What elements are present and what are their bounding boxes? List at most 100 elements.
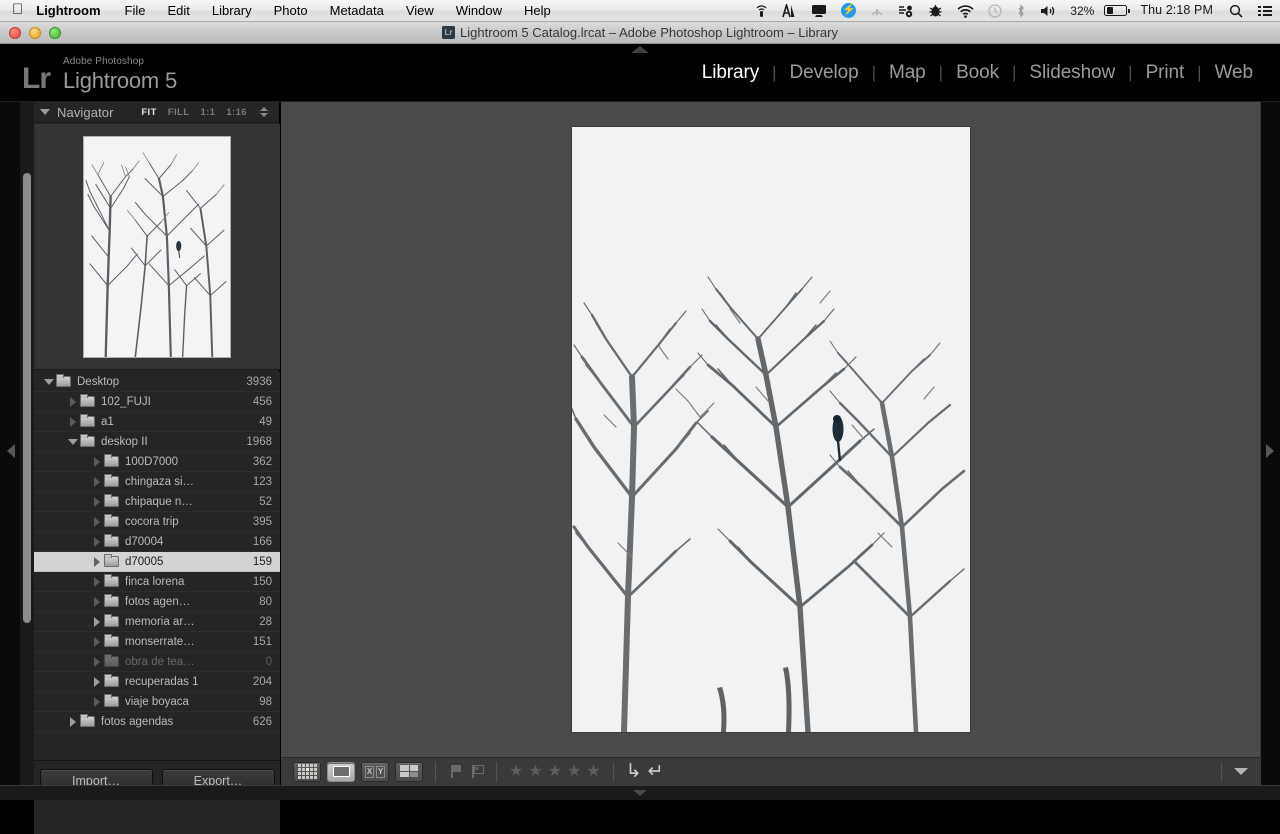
folder-row[interactable]: 102_FUJI 456 <box>34 392 280 412</box>
survey-view-button[interactable] <box>395 761 423 782</box>
folder-row[interactable]: chingaza si… 123 <box>34 472 280 492</box>
folder-disclosure[interactable] <box>90 556 104 567</box>
right-panel-collapse-strip[interactable] <box>1260 102 1280 800</box>
rotate-right-icon[interactable]: ↳ <box>626 762 642 781</box>
folder-disclosure[interactable] <box>90 636 104 647</box>
flag-pick-icon[interactable] <box>448 764 463 779</box>
folder-disclosure[interactable] <box>90 516 104 527</box>
navigator-preview[interactable] <box>34 124 280 370</box>
vpn-icon[interactable] <box>863 4 891 18</box>
volume-icon[interactable] <box>1033 4 1063 18</box>
display-icon[interactable] <box>804 4 834 18</box>
folder-disclosure[interactable] <box>90 576 104 587</box>
identity-plate[interactable]: Lr Adobe Photoshop Lightroom 5 <box>0 52 177 94</box>
left-panel-collapse-strip[interactable] <box>0 102 20 800</box>
flash-sync-icon[interactable]: ⚡ <box>834 3 863 18</box>
folder-row[interactable]: Desktop 3936 <box>34 372 280 392</box>
module-book[interactable]: Book <box>943 62 1012 84</box>
folder-disclosure[interactable] <box>66 396 80 407</box>
left-panel-scrollbar-thumb[interactable] <box>23 173 31 623</box>
folder-row[interactable]: fotos agen… 80 <box>34 592 280 612</box>
folder-disclosure[interactable] <box>90 676 104 687</box>
module-develop[interactable]: Develop <box>777 62 872 84</box>
folder-disclosure[interactable] <box>90 496 104 507</box>
module-slideshow[interactable]: Slideshow <box>1016 62 1128 84</box>
star-2-icon[interactable]: ★ <box>528 763 542 780</box>
star-1-icon[interactable]: ★ <box>509 763 523 780</box>
flag-reject-icon[interactable]: × <box>469 764 484 779</box>
audio-meter-icon[interactable] <box>775 3 804 18</box>
folder-disclosure[interactable] <box>90 536 104 547</box>
notification-center-icon[interactable] <box>1250 4 1280 18</box>
star-3-icon[interactable]: ★ <box>548 763 562 780</box>
module-library[interactable]: Library <box>689 62 772 84</box>
folder-disclosure[interactable] <box>66 438 80 445</box>
folder-disclosure[interactable] <box>90 616 104 627</box>
menu-item-photo[interactable]: Photo <box>263 3 319 18</box>
folder-row[interactable]: 100D7000 362 <box>34 452 280 472</box>
module-print[interactable]: Print <box>1133 62 1198 84</box>
zoom-1-1[interactable]: 1:1 <box>200 107 215 118</box>
battery-icon[interactable] <box>1097 5 1134 16</box>
folder-row[interactable]: memoria ar… 28 <box>34 612 280 632</box>
folder-disclosure[interactable] <box>90 656 104 667</box>
navigator-thumbnail[interactable] <box>83 135 231 358</box>
star-4-icon[interactable]: ★ <box>567 763 581 780</box>
loupe-view-area[interactable] <box>281 102 1260 757</box>
module-map[interactable]: Map <box>876 62 939 84</box>
dropbox-sync-icon[interactable] <box>891 4 921 18</box>
menu-item-library[interactable]: Library <box>201 3 263 18</box>
menu-bar-clock[interactable]: Thu 2:18 PM <box>1134 4 1222 17</box>
star-5-icon[interactable]: ★ <box>586 763 600 780</box>
compare-view-button[interactable]: X Y <box>361 761 389 782</box>
folder-disclosure[interactable] <box>90 476 104 487</box>
folder-row[interactable]: d70004 166 <box>34 532 280 552</box>
rotate-left-icon[interactable]: ↵ <box>648 762 664 781</box>
menu-item-edit[interactable]: Edit <box>156 3 200 18</box>
wifi-icon[interactable] <box>950 4 981 18</box>
menu-item-metadata[interactable]: Metadata <box>319 3 395 18</box>
airport-utility-icon[interactable] <box>748 4 775 18</box>
loupe-view-button[interactable] <box>327 761 355 782</box>
time-machine-icon[interactable] <box>981 3 1009 18</box>
folder-row[interactable]: obra de tea… 0 <box>34 652 280 672</box>
folder-row[interactable]: deskop II 1968 <box>34 432 280 452</box>
filmstrip-collapse-strip[interactable] <box>0 785 1280 800</box>
folder-row[interactable]: finca lorena 150 <box>34 572 280 592</box>
menu-item-help[interactable]: Help <box>513 3 562 18</box>
menu-item-file[interactable]: File <box>114 3 157 18</box>
navigator-panel-header[interactable]: Navigator FIT FILL 1:1 1:16 <box>34 102 279 123</box>
menu-item-window[interactable]: Window <box>445 3 513 18</box>
main-photo[interactable] <box>571 127 970 732</box>
folder-row[interactable]: a1 49 <box>34 412 280 432</box>
toolbar-chevron-down-icon[interactable] <box>1234 768 1248 775</box>
zoom-stepper[interactable] <box>260 107 268 117</box>
zoom-1-16[interactable]: 1:16 <box>226 107 247 118</box>
zoom-fill[interactable]: FILL <box>168 107 190 118</box>
zoom-fit[interactable]: FIT <box>141 107 156 118</box>
folder-row[interactable]: chipaque n… 52 <box>34 492 280 512</box>
bluetooth-icon[interactable] <box>1009 3 1033 18</box>
folder-row[interactable]: d70005 159 <box>34 552 280 572</box>
top-panel-collapse-arrow[interactable] <box>631 46 649 53</box>
grid-view-button[interactable] <box>293 761 321 782</box>
folder-row[interactable]: monserrate… 151 <box>34 632 280 652</box>
left-panel-scrollbar[interactable] <box>20 102 34 800</box>
folder-disclosure[interactable] <box>42 378 56 385</box>
bug-icon[interactable] <box>921 4 950 18</box>
folder-disclosure[interactable] <box>66 716 80 727</box>
module-web[interactable]: Web <box>1202 62 1266 84</box>
folder-row[interactable]: recuperadas 1 204 <box>34 672 280 692</box>
menu-item-lightroom[interactable]: Lightroom <box>36 3 113 18</box>
folder-row[interactable]: viaje boyaca 98 <box>34 692 280 712</box>
folder-disclosure[interactable] <box>90 596 104 607</box>
spotlight-search-icon[interactable] <box>1222 4 1250 18</box>
folder-row[interactable]: fotos agendas 626 <box>34 712 280 732</box>
menu-item-view[interactable]: View <box>395 3 445 18</box>
navigator-disclosure-icon[interactable] <box>40 109 50 115</box>
folder-disclosure[interactable] <box>90 696 104 707</box>
folder-row[interactable]: cocora trip 395 <box>34 512 280 532</box>
folder-disclosure[interactable] <box>66 416 80 427</box>
star-rating[interactable]: ★ ★ ★ ★ ★ <box>509 763 601 780</box>
apple-icon[interactable]:  <box>0 2 36 17</box>
